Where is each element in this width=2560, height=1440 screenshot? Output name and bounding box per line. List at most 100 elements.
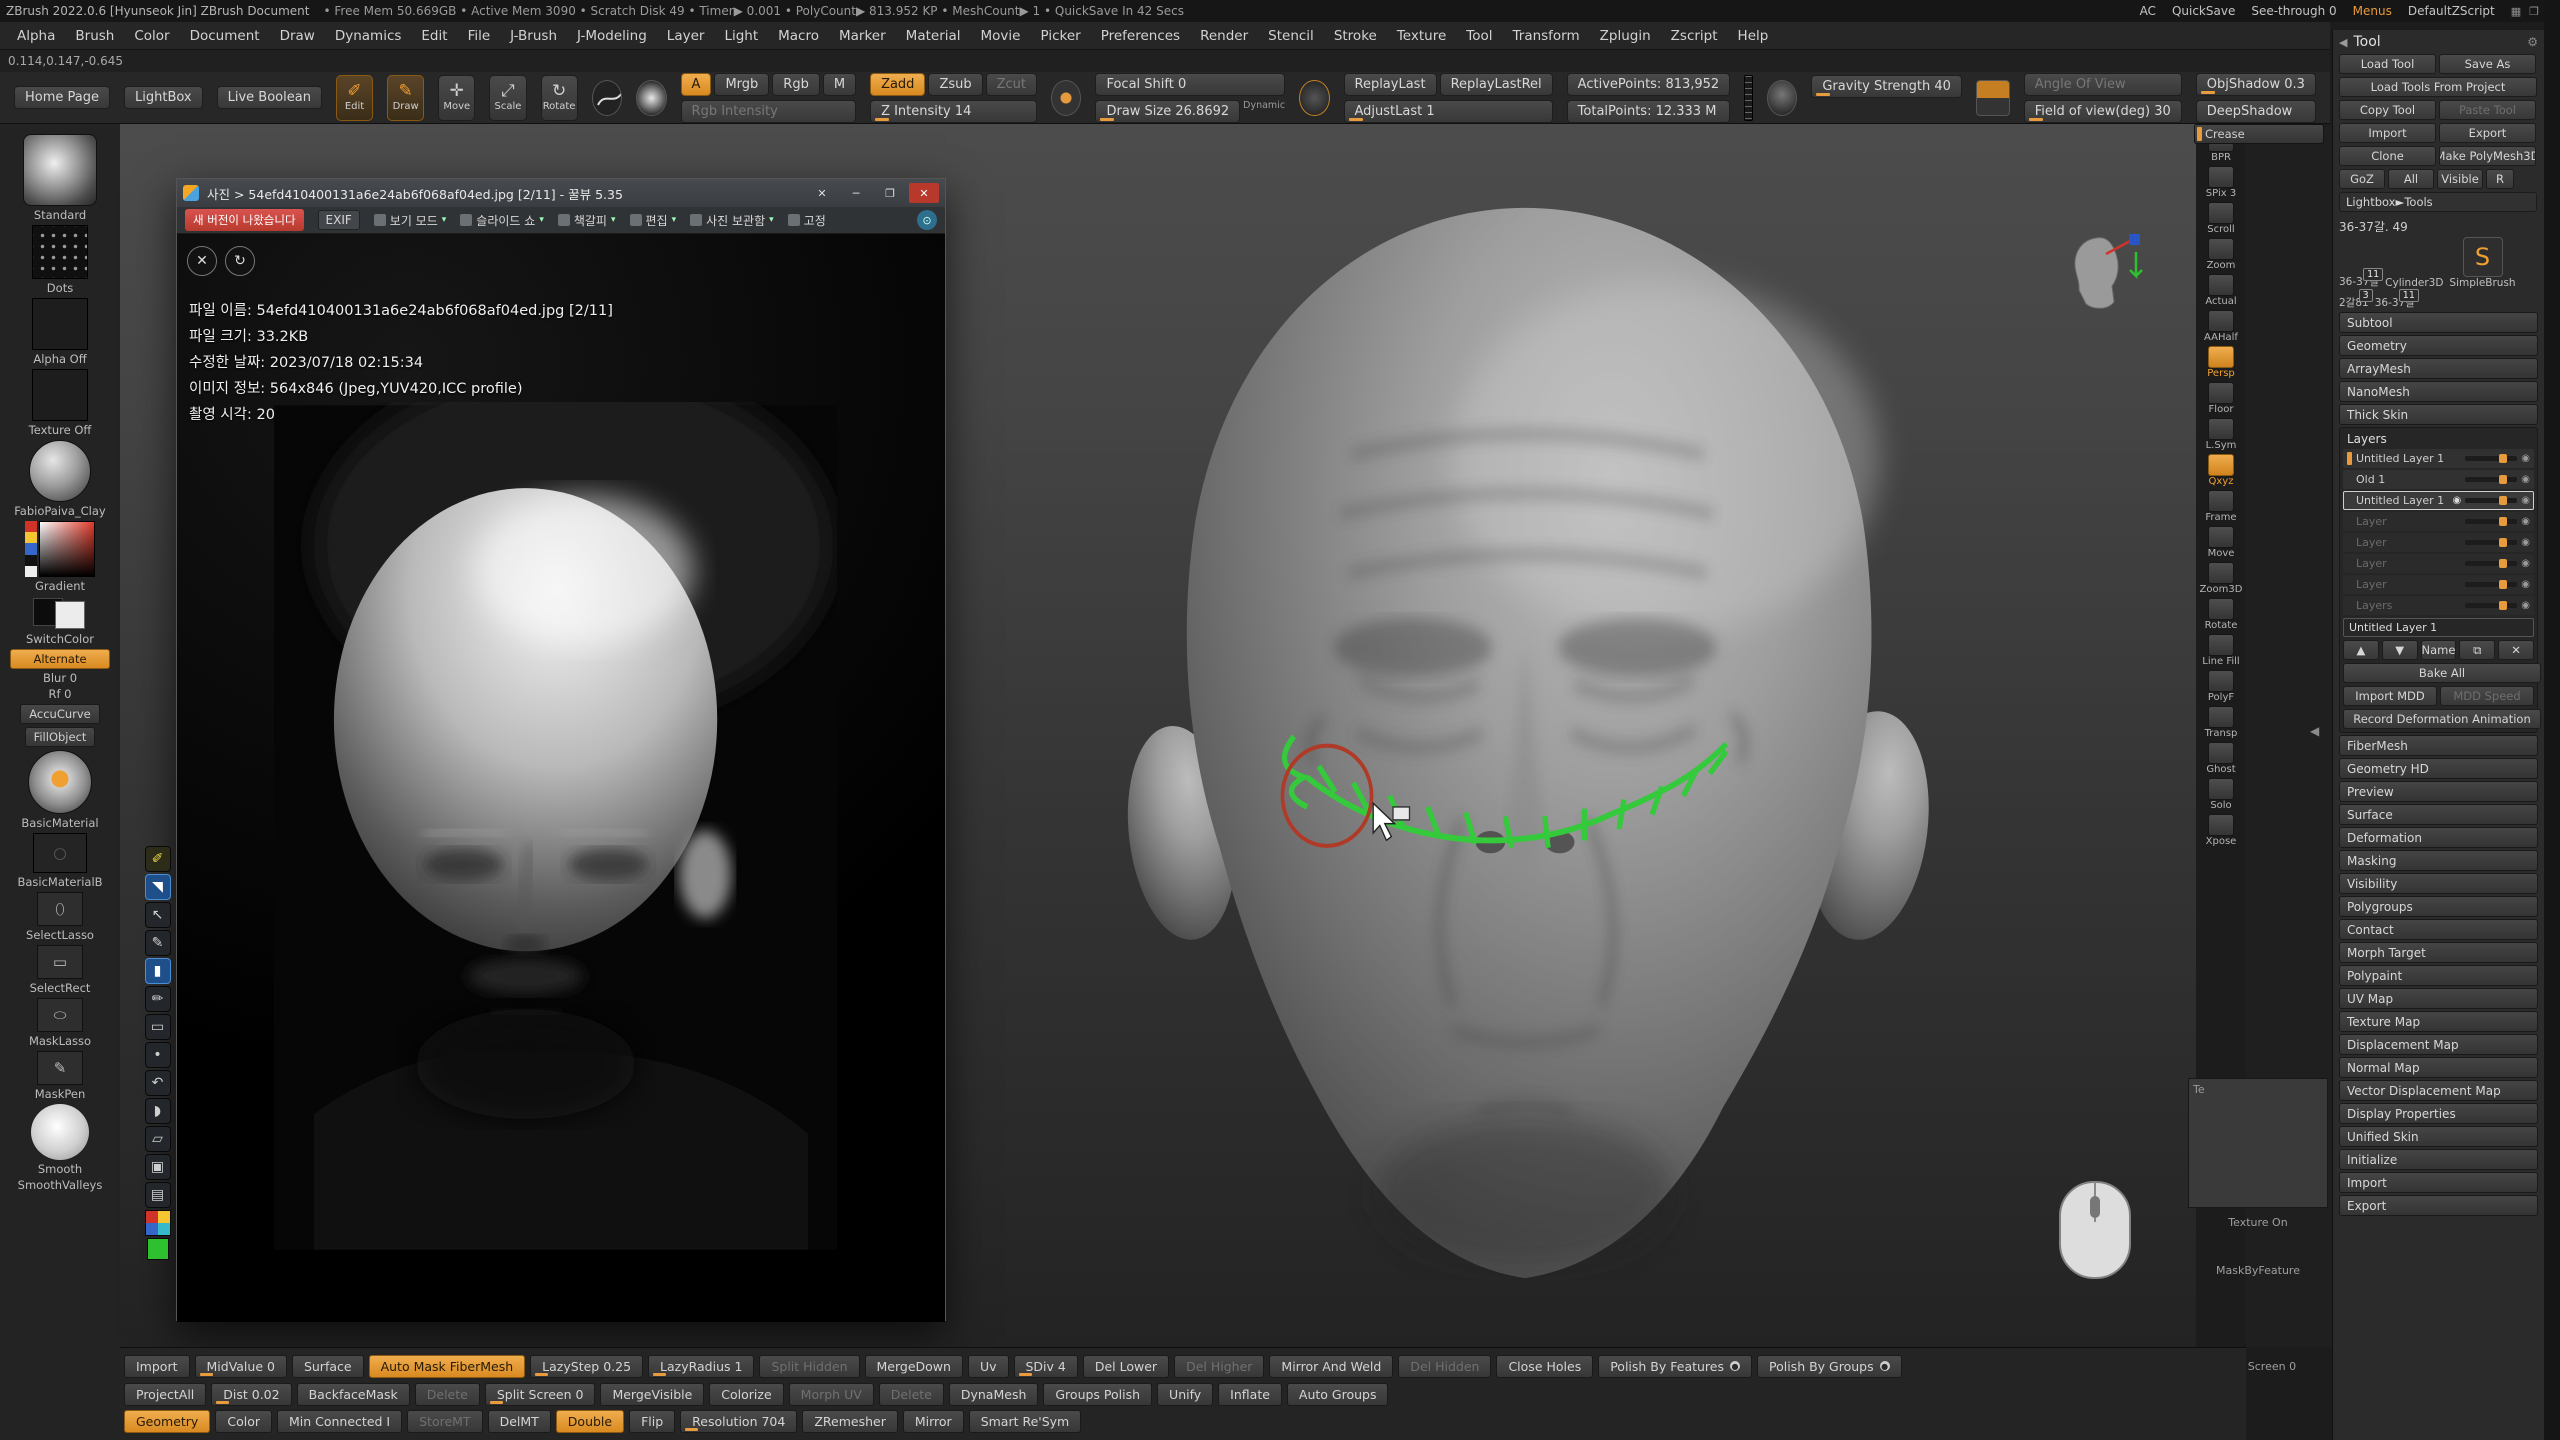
obj-shadow-slider[interactable]: ObjShadow 0.3 — [2196, 73, 2316, 96]
bottom-button[interactable]: ZRemesher — [802, 1410, 898, 1433]
masklasso-icon[interactable]: ⬭ — [37, 998, 83, 1032]
bottom-button[interactable]: Close Holes — [1496, 1355, 1593, 1378]
alpha-thumbnail[interactable] — [32, 298, 88, 350]
grid-icon[interactable]: ▦ — [2511, 5, 2521, 18]
replay-lastrel-button[interactable]: ReplayLastRel — [1440, 73, 1553, 96]
bottom-button[interactable]: Mirror — [903, 1410, 964, 1433]
layers-header[interactable]: Layers — [2343, 431, 2534, 449]
layer-row[interactable]: Layers ◉ ◉ — [2343, 596, 2534, 615]
shelf-button[interactable]: AAHalf — [2199, 310, 2243, 344]
shelf-button[interactable]: Persp — [2199, 346, 2243, 380]
import-mdd-button[interactable]: Import MDD — [2343, 686, 2437, 706]
yellow-swatch[interactable] — [158, 1211, 170, 1223]
menu-item[interactable]: Macro — [769, 24, 828, 48]
bottom-button[interactable]: Auto Mask FiberMesh — [369, 1355, 526, 1378]
rotate-button[interactable]: ↻Rotate — [541, 75, 578, 121]
tool-subpalette-header[interactable]: Subtool — [2339, 312, 2538, 333]
bottom-button[interactable]: Auto Groups — [1287, 1383, 1389, 1406]
bottom-button[interactable]: Dist 0.02 — [211, 1383, 291, 1406]
maskpen-icon[interactable]: ✎ — [37, 1051, 83, 1085]
rgb-button[interactable]: Rgb — [772, 73, 820, 96]
menu-item[interactable]: Alpha — [8, 24, 64, 48]
draw-size-icon[interactable] — [1051, 80, 1081, 116]
angle-of-view-icon[interactable] — [1976, 80, 2010, 116]
menu-item[interactable]: Transform — [1504, 24, 1589, 48]
tool-panel-button[interactable]: Clone — [2339, 146, 2436, 166]
lightbox-button[interactable]: LightBox — [124, 86, 203, 109]
tool-panel-button[interactable]: Import — [2339, 123, 2436, 143]
layer-intensity-slider[interactable] — [2465, 498, 2517, 503]
tool-subpalette-header[interactable]: Texture Map — [2339, 1011, 2538, 1032]
shelf-button[interactable]: Solo — [2199, 778, 2243, 812]
nav-preview-head[interactable] — [2066, 232, 2146, 318]
stroke-preview-icon[interactable] — [592, 80, 622, 116]
selectrect-icon[interactable]: ▭ — [37, 945, 83, 979]
pin-button[interactable]: ⊙ — [917, 210, 937, 230]
viewer-maximize-button[interactable]: ❐ — [875, 183, 905, 203]
annotate-tool-icon[interactable]: ✐ — [145, 846, 171, 872]
tool-subpalette-header[interactable]: Normal Map — [2339, 1057, 2538, 1078]
tool-panel-button[interactable]: Visible — [2437, 169, 2483, 189]
tool-subpalette-header[interactable]: UV Map — [2339, 988, 2538, 1009]
tool-subpalette-header[interactable]: Thick Skin — [2339, 404, 2538, 425]
tool-subpalette-header[interactable]: Masking — [2339, 850, 2538, 871]
tool-subpalette-header[interactable]: Export — [2339, 1195, 2538, 1216]
honeyview-window[interactable]: 사진 > 54efd410400131a6e24ab6f068af04ed.jp… — [176, 178, 946, 1321]
panel-gear-icon[interactable]: ⚙ — [2527, 35, 2538, 49]
tool-panel-button[interactable]: Load Tools From Project — [2339, 77, 2537, 97]
tool-panel-button[interactable]: GoZ — [2339, 169, 2385, 189]
viewer-content[interactable]: ✕ ↻ 파일 이름: 54efd410400131a6e24ab6f068af0… — [177, 234, 945, 1322]
layer-intensity-slider[interactable] — [2465, 582, 2517, 587]
bottom-button[interactable]: Mirror And Weld — [1269, 1355, 1393, 1378]
tool-subpalette-header[interactable]: Vector Displacement Map — [2339, 1080, 2538, 1101]
tool-thumbnail[interactable]: S SimpleBrush — [2449, 237, 2515, 289]
menu-item[interactable]: Tool — [1457, 24, 1501, 48]
points-vslider[interactable] — [1744, 75, 1753, 121]
bottom-button[interactable]: Groups Polish — [1043, 1383, 1152, 1406]
menu-item[interactable]: J-Modeling — [568, 24, 656, 48]
menu-item[interactable]: Brush — [66, 24, 123, 48]
mask-by-feature-label[interactable]: MaskByFeature — [2188, 1264, 2328, 1277]
tool-thumbnail[interactable]: 11 36-37갈 — [2339, 274, 2379, 289]
shelf-button[interactable]: Transp — [2199, 706, 2243, 740]
tool-subpalette-header[interactable]: Morph Target — [2339, 942, 2538, 963]
viewer-menu-item[interactable]: 책갈피▾ — [558, 212, 616, 229]
gravity-strength-slider[interactable]: Gravity Strength 40 — [1811, 75, 1962, 98]
bottom-button[interactable]: StoreMT — [407, 1410, 482, 1433]
shelf-button[interactable]: Scroll — [2199, 202, 2243, 236]
bottom-button[interactable]: Smart Re'Sym — [969, 1410, 1082, 1433]
layer-row[interactable]: Layer ◉ ◉ — [2343, 512, 2534, 531]
menu-item[interactable]: File — [459, 24, 500, 48]
layer-eye-icon[interactable]: ◉ — [2521, 453, 2530, 464]
tool-subpalette-header[interactable]: Geometry — [2339, 335, 2538, 356]
default-zscript-button[interactable]: DefaultZScript — [2408, 4, 2495, 18]
shelf-button[interactable]: Zoom — [2199, 238, 2243, 272]
bottom-button[interactable]: DelMT — [488, 1410, 551, 1433]
viewer-menu-item[interactable]: 보기 모드▾ — [374, 212, 447, 229]
shelf-button[interactable]: Move — [2199, 526, 2243, 560]
tool-panel-button[interactable]: R — [2486, 169, 2514, 189]
annotate-tool-icon[interactable]: ▭ — [145, 1014, 171, 1040]
tool-panel-button[interactable]: Paste Tool — [2439, 100, 2536, 120]
tool-subpalette-header[interactable]: Surface — [2339, 804, 2538, 825]
brush-thumbnail[interactable] — [23, 134, 97, 206]
material-thumbnail[interactable] — [29, 440, 91, 502]
tool-subpalette-header[interactable]: Polygroups — [2339, 896, 2538, 917]
annotate-tool-icon[interactable]: ▱ — [145, 1126, 171, 1152]
texture-thumbnail[interactable] — [32, 369, 88, 421]
palette-strip[interactable] — [25, 521, 37, 577]
home-page-button[interactable]: Home Page — [14, 86, 110, 109]
tool-subpalette-header[interactable]: Polypaint — [2339, 965, 2538, 986]
annotate-tool-icon[interactable]: ✎ — [145, 930, 171, 956]
bottom-button[interactable]: Uv — [968, 1355, 1009, 1378]
adjust-last-slider[interactable]: AdjustLast 1 — [1344, 100, 1553, 123]
record-deformation-button[interactable]: Record Deformation Animation — [2343, 709, 2541, 729]
layer-row[interactable]: Layer ◉ ◉ — [2343, 533, 2534, 552]
shelf-button[interactable]: Zoom3D — [2199, 562, 2243, 596]
layer-rename-button[interactable]: Name — [2421, 640, 2457, 660]
accucurve-button[interactable]: AccuCurve — [20, 704, 100, 724]
overlay-close-button[interactable]: ✕ — [187, 246, 217, 276]
bottom-button[interactable]: Split Screen 0 — [485, 1383, 596, 1406]
alpha-channel-button[interactable]: A — [681, 73, 712, 96]
shelf-button[interactable]: Frame — [2199, 490, 2243, 524]
